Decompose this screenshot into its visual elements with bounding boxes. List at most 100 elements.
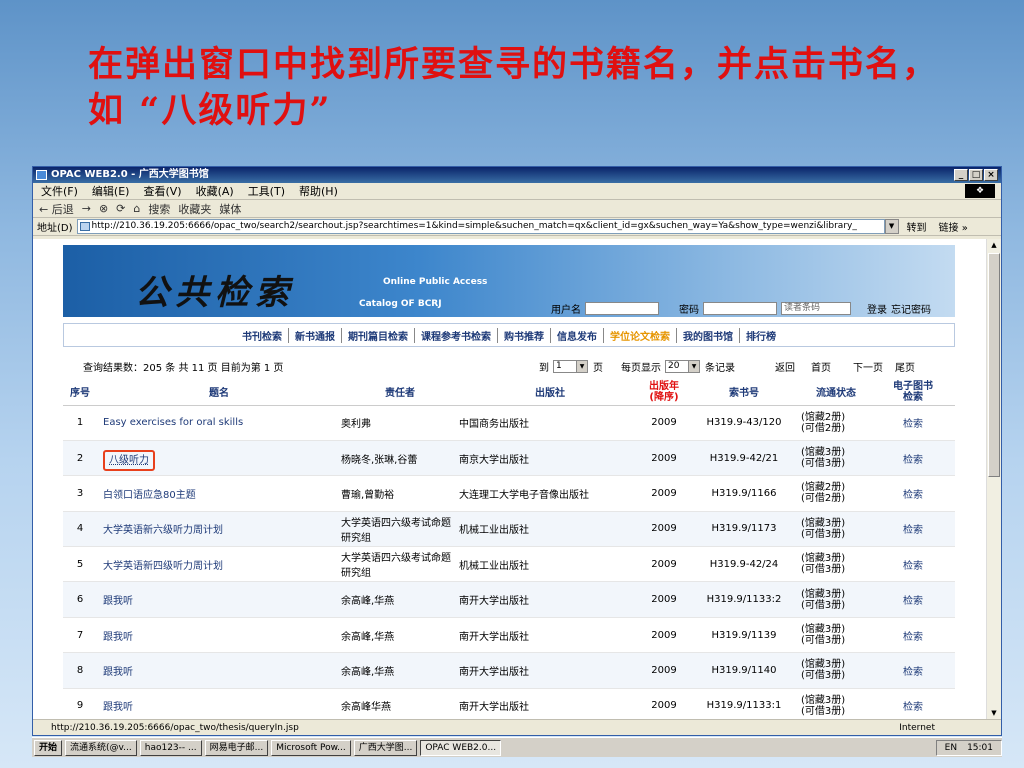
book-title-link[interactable]: 大学英语新六级听力周计划 [103,525,223,536]
status-holdings: (馆藏3册) [801,447,846,459]
address-dropdown[interactable]: ▼ [884,219,899,234]
row-callno: H319.9/1133:1 [687,688,801,719]
ebook-search-link[interactable]: 检索 [871,652,955,689]
login-type-select[interactable]: 读者条码 [781,302,851,315]
nav-item[interactable]: 我的图书馆 [677,327,740,343]
back-link[interactable]: 返回 [775,359,795,374]
row-index: 3 [63,475,97,512]
toolbar-button[interactable]: ⊗ [99,202,108,215]
book-title-link[interactable]: 跟我听 [103,632,133,643]
row-index: 6 [63,581,97,618]
col-year[interactable]: 出版年 (降序) [641,379,687,406]
ebook-search-link[interactable]: 检索 [871,546,955,583]
taskbar-item[interactable]: 广西大学图... [353,739,418,756]
go-button[interactable]: 转到 [907,219,927,234]
toolbar-button[interactable]: 搜索 [148,201,170,217]
menu-item[interactable]: 收藏(A) [196,183,234,199]
toolbar-button[interactable]: ⟳ [116,202,125,215]
row-status: (馆藏3册) (可借3册) [801,581,871,618]
banner-logo: 公共检索 [135,273,295,313]
address-input[interactable]: http://210.36.19.205:6666/opac_two/searc… [76,219,885,234]
menu-item[interactable]: 工具(T) [248,183,285,199]
nav-item[interactable]: 新书通报 [289,327,342,343]
nav-item[interactable]: 书刊检索 [236,327,289,343]
page-select[interactable]: 1 ▼ [553,360,588,373]
login-link[interactable]: 登录 [867,301,887,316]
page-content: 公共检索 Online Public Access Catalog OF BCR… [33,239,987,719]
book-title-link[interactable]: 跟我听 [103,596,133,607]
col-callno: 索书号 [687,379,801,406]
menu-item[interactable]: 编辑(E) [92,183,130,199]
book-title-link[interactable]: 八级听力 [103,449,155,471]
taskbar-item[interactable]: Microsoft Pow... [271,739,351,756]
ebook-search-link[interactable]: 检索 [871,617,955,654]
nav-item[interactable]: 期刊篇目检索 [342,327,415,343]
minimize-button[interactable]: _ [954,169,968,181]
taskbar-item[interactable]: 流通系统(@v... [65,739,137,756]
status-available: (可借2册) [801,422,846,434]
start-button[interactable]: 开始 [34,739,63,756]
nav-item[interactable]: 购书推荐 [498,327,551,343]
row-status: (馆藏2册) (可借2册) [801,405,871,441]
ebook-search-link[interactable]: 检索 [871,440,955,477]
menu-item[interactable]: 帮助(H) [299,183,338,199]
row-year: 2009 [641,405,687,441]
menu-bar: 文件(F) 编辑(E) 查看(V) 收藏(A) 工具(T) 帮助(H) ❖ [33,183,1001,200]
taskbar-item[interactable]: hao123-- ... [139,739,202,756]
close-button[interactable]: × [984,169,998,181]
password-input[interactable] [703,302,777,315]
menu-item[interactable]: 查看(V) [143,183,181,199]
scroll-down-icon[interactable]: ▼ [988,707,1000,719]
row-index: 5 [63,546,97,583]
book-title-link[interactable]: 跟我听 [103,667,133,678]
nav-item[interactable]: 学位论文检索 [604,327,677,343]
toolbar-button[interactable]: 收藏夹 [178,201,211,217]
next-page-link[interactable]: 下一页 [853,359,883,374]
perpage-select[interactable]: 20 ▼ [665,360,700,373]
links-button[interactable]: 链接 » [939,219,968,234]
row-year: 2009 [641,688,687,719]
ebook-search-link[interactable]: 检索 [871,475,955,512]
nav-item[interactable]: 信息发布 [551,327,604,343]
toolbar-button[interactable]: ← 后退 [39,201,74,217]
toolbar-button[interactable]: 媒体 [219,201,241,217]
toolbar-button[interactable]: → [82,202,91,215]
toolbar-button[interactable]: ⌂ [133,202,140,215]
maximize-button[interactable]: □ [969,169,983,181]
row-author: 奥利弗 [341,405,459,441]
table-row: 5 大学英语新四级听力周计划 大学英语四六级考试命题研究组 机械工业出版社 2009 H3… [63,546,955,583]
ebook-search-link[interactable]: 检索 [871,581,955,618]
book-title-link[interactable]: Easy exercises for oral skills [103,417,243,428]
ebook-search-link[interactable]: 检索 [871,405,955,441]
status-zone: Internet [899,723,935,733]
nav-item[interactable]: 课程参考书检索 [415,327,498,343]
ebook-search-link[interactable]: 检索 [871,511,955,548]
first-page-link[interactable]: 首页 [811,359,831,374]
tray-lang[interactable]: EN [945,741,957,755]
book-title-link[interactable]: 白领口语应急80主题 [103,490,196,501]
scroll-up-icon[interactable]: ▲ [988,239,1000,251]
row-index: 4 [63,511,97,548]
row-year: 2009 [641,546,687,583]
forgot-password-link[interactable]: 忘记密码 [891,301,931,316]
table-row: 4 大学英语新六级听力周计划 大学英语四六级考试命题研究组 机械工业出版社 2009 H3… [63,511,955,548]
nav-item[interactable]: 排行榜 [740,328,782,343]
book-title-link[interactable]: 大学英语新四级听力周计划 [103,561,223,572]
menu-item[interactable]: 文件(F) [41,183,78,199]
status-available: (可借3册) [801,599,846,611]
status-available: (可借3册) [801,705,846,717]
col-title: 题名 [97,379,341,406]
vertical-scrollbar[interactable]: ▲ ▼ [986,239,1001,719]
username-input[interactable] [585,302,659,315]
taskbar-item[interactable]: OPAC WEB2.0... [420,739,502,756]
last-page-link[interactable]: 尾页 [895,359,915,374]
book-title-link[interactable]: 跟我听 [103,702,133,713]
page-icon [79,222,90,231]
status-bar: http://210.36.19.205:6666/opac_two/thesi… [33,719,1001,735]
taskbar-item[interactable]: 网易电子邮... [204,739,269,756]
status-available: (可借3册) [801,635,846,647]
row-publisher: 南开大学出版社 [459,617,641,654]
scroll-thumb[interactable] [988,253,1000,477]
status-available: (可借3册) [801,458,846,470]
ebook-search-link[interactable]: 检索 [871,688,955,719]
